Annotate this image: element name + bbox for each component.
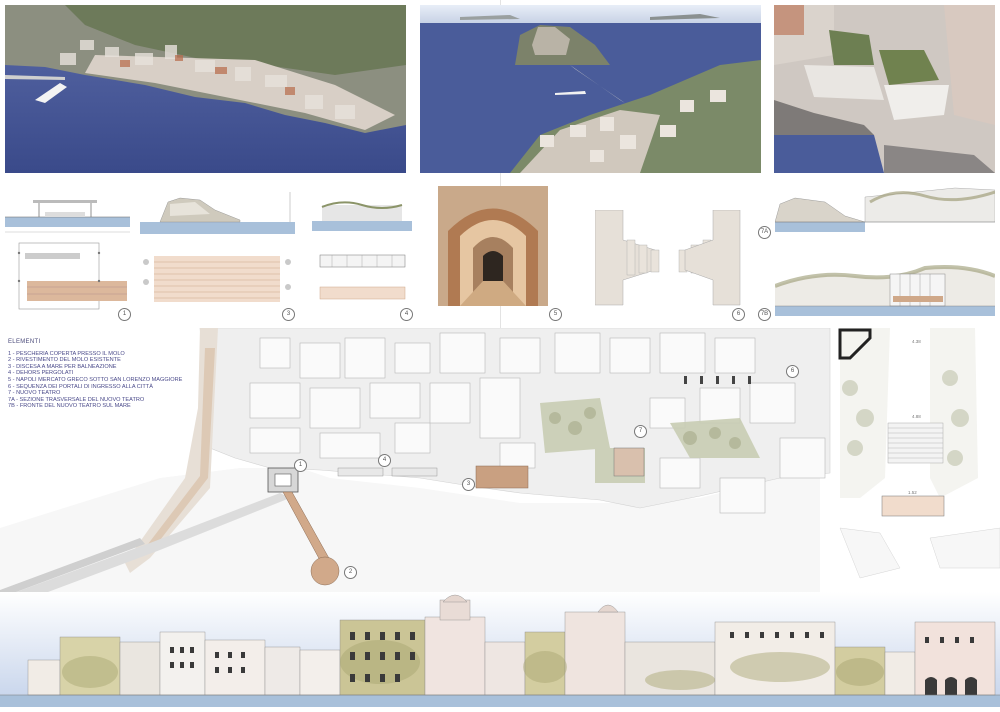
legend-elementi: ELEMENTI 1 - PESCHERIA COPERTA PRESSO IL… — [8, 339, 218, 410]
theatre-dim-top: 4.38 — [912, 339, 921, 344]
legend-item: 4 - DEHORS PERGOLATI — [8, 370, 74, 377]
drawing-tag: 4 — [400, 308, 413, 321]
legend-item: 5 - NAPOLI MERCATO GRECO SOTTO SAN LOREN… — [8, 376, 183, 383]
legend-heading: ELEMENTI — [8, 339, 41, 345]
legend-item: 3 - DISCESA A MARE PER BALNEAZIONE — [8, 363, 117, 370]
plan-tag: 6 — [786, 365, 799, 378]
legend-item: 6 - SEQUENZA DEI PORTALI DI INGRESSO ALL… — [8, 383, 153, 390]
legend-item: 7 - NUOVO TEATRO — [8, 390, 61, 397]
drawing-tag: 7A — [758, 226, 771, 239]
legend-item: 7A - SEZIONE TRASVERSALE DEL NUOVO TEATR… — [8, 396, 145, 403]
plan-tag: 7 — [634, 425, 647, 438]
aerial-photo-theatre-site — [774, 5, 995, 173]
drawing-sequenza-portali: 6 — [595, 210, 750, 321]
drawing-dehors-pergolati: 4 — [312, 195, 413, 321]
plan-tag: 4 — [378, 454, 391, 467]
theatre-dim-bottom: 1.52 — [908, 490, 917, 495]
drawing-napoli-mercato-greco: 5 — [438, 186, 562, 321]
plan-tag: 3 — [462, 478, 475, 491]
drawing-sezione-teatro-7a: 7A — [758, 182, 995, 242]
legend-item: 7B - FRONTE DEL NUOVO TEATRO SUL MARE — [8, 403, 131, 410]
aerial-photo-harbour — [5, 5, 406, 173]
drawing-fronte-teatro-7b: 7B — [758, 256, 995, 321]
waterfront-elevation — [0, 592, 1000, 707]
plan-tag: 2 — [344, 566, 357, 579]
drawing-tag: 5 — [549, 308, 562, 321]
drawing-tag: 6 — [732, 308, 745, 321]
drawing-discesa-a-mare: 3 — [140, 192, 295, 321]
drawing-tag: 3 — [282, 308, 295, 321]
aerial-photo-castle — [420, 5, 761, 173]
legend-item: 1 - PESCHERIA COPERTA PRESSO IL MOLO — [8, 350, 125, 357]
drawing-tag: 1 — [118, 308, 131, 321]
drawing-tag: 7B — [758, 308, 771, 321]
theatre-dim-middle: 4.88 — [912, 414, 921, 419]
drawing-pescheria: 1 — [5, 195, 131, 321]
legend-item: 2 - RIVESTIMENTO DEL MOLO ESISTENTE — [8, 357, 121, 364]
plan-tag: 1 — [294, 459, 307, 472]
